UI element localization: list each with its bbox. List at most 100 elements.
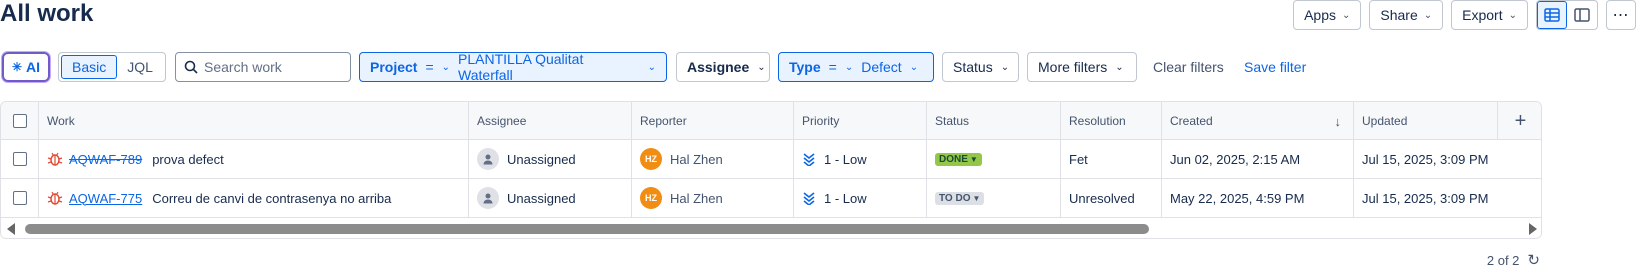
mode-basic[interactable]: Basic	[61, 55, 118, 79]
list-view-button[interactable]	[1537, 1, 1567, 29]
reporter-name: Hal Zhen	[670, 190, 723, 206]
work-cell: AQWAF-775 Correu de canvi de contrasenya…	[39, 179, 469, 217]
priority-low-icon	[803, 153, 815, 166]
chevron-down-icon: ⌄	[1342, 9, 1351, 21]
add-column-button[interactable]: +	[1498, 102, 1541, 140]
chevron-down-icon: ▼	[969, 154, 978, 164]
work-summary[interactable]: prova defect	[152, 152, 224, 167]
project-filter-key: Project	[370, 59, 418, 75]
priority-label: 1 - Low	[824, 190, 867, 206]
status-filter[interactable]: Status ⌄	[942, 52, 1019, 82]
chevron-down-icon: ⌄	[757, 61, 766, 73]
select-all-checkbox[interactable]	[12, 114, 27, 128]
status-cell[interactable]: TO DO ▼	[927, 179, 1061, 217]
avatar: HZ	[640, 148, 662, 170]
assignee-cell[interactable]: Unassigned	[469, 140, 632, 178]
status-label: DONE	[939, 153, 968, 165]
filter-bar: ✳ AI Basic JQL Search work Project = ⌄ P…	[0, 51, 1642, 83]
column-header-created-label: Created	[1170, 114, 1213, 128]
more-filters-button[interactable]: More filters ⌄	[1027, 52, 1137, 82]
plus-icon: +	[1514, 109, 1527, 132]
row-checkbox[interactable]	[12, 191, 27, 205]
view-toggle	[1536, 0, 1598, 30]
ai-label: AI	[26, 59, 41, 75]
assignee-filter[interactable]: Assignee ⌄	[676, 52, 770, 82]
column-header-assignee[interactable]: Assignee	[469, 102, 632, 140]
ai-button[interactable]: ✳ AI	[2, 52, 50, 82]
work-table: Work Assignee Reporter Priority Status R…	[0, 101, 1542, 239]
table-row[interactable]: AQWAF-775 Correu de canvi de contrasenya…	[1, 179, 1541, 218]
type-filter[interactable]: Type = ⌄ Defect ⌄	[778, 52, 934, 82]
priority-cell[interactable]: 1 - Low	[794, 140, 927, 178]
search-input[interactable]: Search work	[175, 52, 351, 82]
updated-cell: Jul 15, 2025, 3:09 PM	[1362, 190, 1489, 206]
search-placeholder: Search work	[204, 59, 282, 75]
assignee-name: Unassigned	[507, 151, 576, 167]
select-all-cell	[1, 102, 39, 140]
save-filter-button[interactable]: Save filter	[1244, 52, 1306, 82]
chevron-down-icon: ⌄	[1000, 61, 1010, 73]
column-header-status[interactable]: Status	[927, 102, 1061, 140]
chevron-down-icon: ⌄	[1423, 9, 1433, 21]
chevron-down-icon: ⌄	[1508, 9, 1517, 21]
project-filter[interactable]: Project = ⌄ PLANTILLA Qualitat Waterfall…	[359, 51, 667, 83]
row-checkbox[interactable]	[12, 152, 27, 166]
export-button[interactable]: Export ⌄	[1451, 0, 1528, 30]
avatar: HZ	[640, 187, 662, 209]
bug-icon	[47, 191, 63, 205]
type-filter-op: =	[828, 59, 837, 75]
assignee-cell[interactable]: Unassigned	[469, 179, 632, 217]
share-button[interactable]: Share ⌄	[1369, 0, 1444, 30]
chevron-down-icon: ⌄	[1115, 61, 1124, 73]
more-filters-label: More filters	[1038, 59, 1108, 75]
reporter-name: Hal Zhen	[670, 151, 723, 167]
status-badge[interactable]: DONE ▼	[935, 152, 982, 166]
row-select-cell	[1, 179, 39, 217]
reporter-cell[interactable]: HZ Hal Zhen	[632, 179, 794, 217]
column-header-reporter[interactable]: Reporter	[632, 102, 794, 140]
chevron-down-icon: ⌄	[647, 61, 656, 73]
status-cell[interactable]: DONE ▼	[927, 140, 1061, 178]
column-header-updated[interactable]: Updated	[1354, 102, 1498, 140]
chevron-down-icon: ⌄	[909, 61, 919, 73]
chevron-down-icon: ⌄	[441, 61, 451, 73]
created-cell: Jun 02, 2025, 2:15 AM	[1162, 140, 1354, 178]
status-badge[interactable]: TO DO ▼	[935, 191, 985, 205]
column-header-priority[interactable]: Priority	[794, 102, 927, 140]
clear-filters-button[interactable]: Clear filters	[1153, 52, 1224, 82]
more-icon: ⋯	[1612, 7, 1630, 24]
results-footer: 2 of 2 ↻	[1460, 250, 1540, 270]
detail-view-icon	[1574, 8, 1590, 22]
reporter-cell[interactable]: HZ Hal Zhen	[632, 140, 794, 178]
work-summary[interactable]: Correu de canvi de contrasenya no arriba	[152, 191, 391, 206]
search-icon	[184, 60, 198, 74]
scroll-left-icon[interactable]	[7, 223, 15, 235]
work-key-link[interactable]: AQWAF-775	[69, 191, 142, 206]
priority-low-icon	[803, 192, 815, 205]
work-cell: AQWAF-789 prova defect	[39, 140, 469, 178]
refresh-icon[interactable]: ↻	[1527, 251, 1540, 269]
detail-view-button[interactable]	[1567, 1, 1597, 29]
table-row[interactable]: AQWAF-789 prova defect Unassigned HZ Hal…	[1, 140, 1541, 179]
share-label: Share	[1380, 7, 1418, 23]
updated-cell: Jul 15, 2025, 3:09 PM	[1362, 151, 1489, 167]
scroll-right-icon[interactable]	[1529, 223, 1537, 235]
row-select-cell	[1, 140, 39, 178]
user-icon	[477, 148, 499, 170]
assignee-filter-label: Assignee	[687, 59, 750, 75]
scrollbar-thumb[interactable]	[25, 224, 1149, 234]
priority-cell[interactable]: 1 - Low	[794, 179, 927, 217]
sparkle-icon: ✳	[11, 60, 23, 74]
created-cell: May 22, 2025, 4:59 PM	[1162, 179, 1354, 217]
more-actions-button[interactable]: ⋯	[1606, 0, 1636, 30]
work-key-link[interactable]: AQWAF-789	[69, 152, 142, 167]
column-header-work[interactable]: Work	[39, 102, 469, 140]
horizontal-scrollbar[interactable]	[1, 220, 1541, 238]
apps-button[interactable]: Apps ⌄	[1293, 0, 1362, 30]
user-icon	[477, 187, 499, 209]
chevron-down-icon: ▼	[972, 193, 981, 203]
mode-jql[interactable]: JQL	[117, 55, 163, 79]
type-filter-key: Type	[789, 59, 821, 75]
column-header-created[interactable]: Created ↓	[1162, 102, 1354, 140]
column-header-resolution[interactable]: Resolution	[1061, 102, 1162, 140]
